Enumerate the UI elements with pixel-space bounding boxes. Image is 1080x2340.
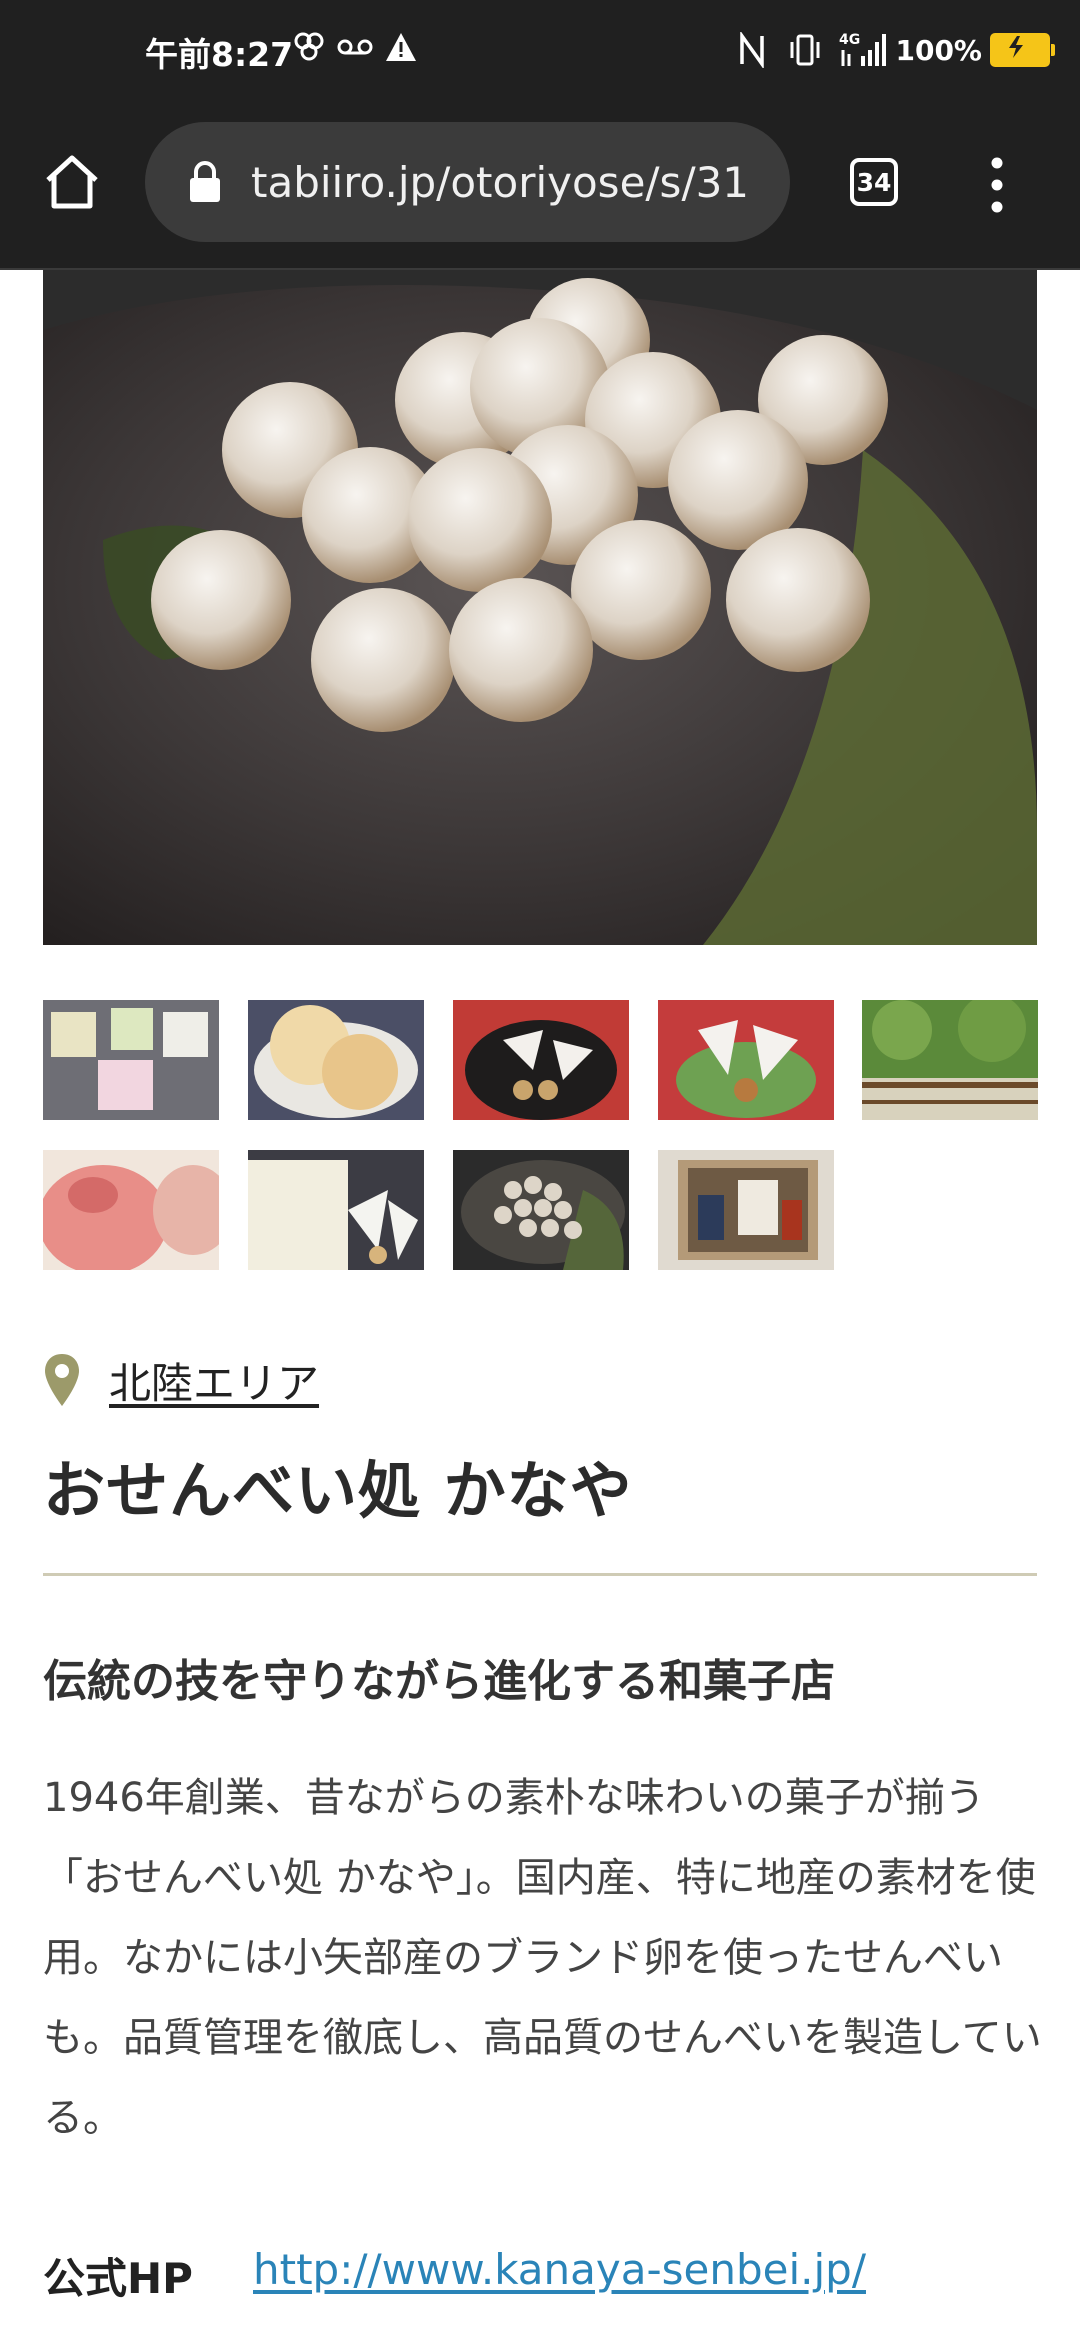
thumbnail-1[interactable]: [43, 1000, 219, 1120]
home-icon[interactable]: [40, 150, 104, 214]
status-right-icons: 4G 100%: [737, 24, 1080, 76]
signal-4g-icon: 4G: [839, 32, 887, 66]
thumbnail-9[interactable]: [658, 1150, 834, 1270]
warning-icon: [386, 33, 416, 61]
thumbnail-2[interactable]: [248, 1000, 424, 1120]
vibrate-icon: [790, 34, 820, 66]
thumbnail-8[interactable]: [453, 1150, 629, 1270]
url-bar[interactable]: tabiiro.jp/otoriyose/s/31: [145, 122, 790, 242]
official-hp-link[interactable]: http://www.kanaya-senbei.jp/: [253, 2245, 866, 2294]
divider: [43, 1573, 1037, 1576]
status-bar: 午前8:27 4G 100%: [0, 0, 1080, 100]
status-time: 午前8:27: [145, 35, 294, 74]
lock-icon: [190, 161, 220, 202]
shop-name: おせんべい処 かなや: [43, 1454, 633, 1527]
browser-toolbar: tabiiro.jp/otoriyose/s/31 34: [0, 100, 1080, 270]
battery-percent: 100%: [895, 33, 982, 67]
battery-icon: [990, 33, 1055, 67]
tab-switcher-button[interactable]: 34: [850, 158, 898, 206]
nfc-icon: [740, 32, 765, 68]
shop-subtitle: 伝統の技を守りながら進化する和菓子店: [43, 1656, 835, 1707]
voicemail-icon: [337, 39, 373, 55]
official-hp-label: 公式HP: [43, 2254, 193, 2303]
overflow-menu-icon[interactable]: [985, 155, 1009, 215]
url-text[interactable]: tabiiro.jp/otoriyose/s/31: [251, 158, 749, 207]
svg-text:4G: 4G: [839, 32, 860, 48]
area-row: 北陸エリア: [43, 1350, 319, 1410]
thumbnail-5[interactable]: [862, 1000, 1038, 1120]
area-link[interactable]: 北陸エリア: [109, 1350, 319, 1411]
thumbnail-6[interactable]: [43, 1150, 219, 1270]
status-left-icons: [292, 30, 418, 64]
shop-description: 1946年創業、昔ながらの素朴な味わいの菓子が揃う「おせんべい処 かなや」。国内…: [43, 1775, 1042, 2141]
thumbnail-7[interactable]: [248, 1150, 424, 1270]
main-product-photo[interactable]: [43, 270, 1037, 945]
pinwheel-icon: [294, 32, 324, 61]
thumbnail-3[interactable]: [453, 1000, 629, 1120]
thumbnail-4[interactable]: [658, 1000, 834, 1120]
map-pin-icon: [45, 1354, 79, 1406]
